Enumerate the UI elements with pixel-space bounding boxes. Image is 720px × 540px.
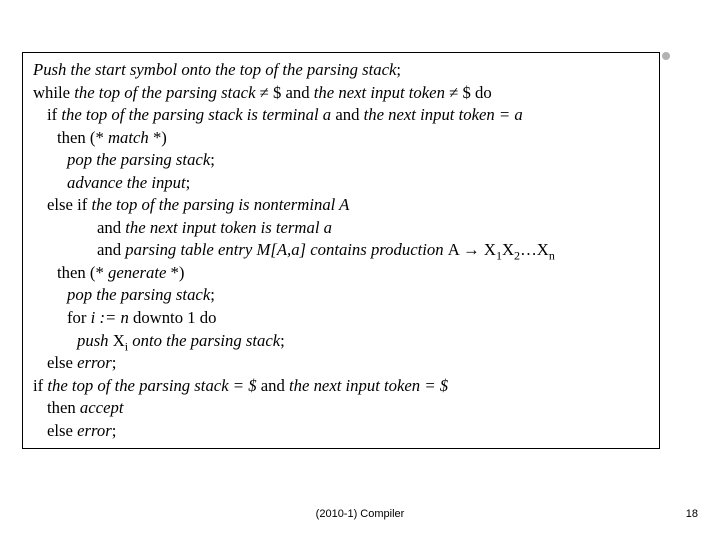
text: the next input token = $: [285, 376, 448, 395]
kw-then: then: [57, 128, 86, 147]
kw-elseif: else if: [47, 195, 87, 214]
kw-if: if: [47, 105, 57, 124]
kw-else: else: [47, 353, 73, 372]
kw-do: do: [475, 83, 492, 102]
algo-line: Push the start symbol onto the top of th…: [33, 59, 649, 82]
kw-and: and: [97, 218, 121, 237]
text: Push the start symbol onto the top of th…: [33, 60, 396, 79]
text: ;: [112, 353, 117, 372]
algo-line: and the next input token is termal a: [33, 217, 649, 240]
text: X: [113, 331, 125, 350]
text: $: [269, 83, 286, 102]
kw-then: then: [47, 398, 76, 417]
text: ;: [186, 173, 191, 192]
text: ;: [396, 60, 401, 79]
algo-line: then (* generate *): [33, 262, 649, 285]
arrow-symbol: →: [463, 240, 480, 259]
text: pop the parsing stack: [67, 150, 210, 169]
kw-and: and: [286, 83, 310, 102]
text: the next input token = a: [359, 105, 522, 124]
kw-downto: downto: [133, 308, 183, 327]
comment-generate: generate: [108, 263, 166, 282]
text: *): [166, 263, 184, 282]
text: push: [77, 331, 113, 350]
kw-for: for: [67, 308, 86, 327]
text: the next input token: [310, 83, 449, 102]
footer-text: (2010-1) Compiler: [0, 508, 720, 520]
text: (*: [86, 263, 108, 282]
text: *): [149, 128, 167, 147]
algo-line: push Xi onto the parsing stack;: [33, 330, 649, 353]
algo-line: advance the input;: [33, 172, 649, 195]
text: error: [73, 353, 112, 372]
text: error: [73, 421, 112, 440]
algo-line: else if the top of the parsing is nonter…: [33, 194, 649, 217]
text: parsing table entry M[A,a] contains prod…: [121, 240, 448, 259]
kw-and: and: [97, 240, 121, 259]
algo-line: else error;: [33, 420, 649, 443]
text: advance the input: [67, 173, 186, 192]
text: the top of the parsing stack is terminal…: [57, 105, 335, 124]
subscript: n: [549, 249, 555, 263]
text: …X: [520, 240, 549, 259]
page-number: 18: [686, 508, 698, 520]
algorithm-box: Push the start symbol onto the top of th…: [22, 52, 660, 449]
kw-then: then: [57, 263, 86, 282]
neq-symbol: ≠: [449, 83, 458, 102]
text: the top of the parsing is nonterminal A: [87, 195, 349, 214]
kw-if: if: [33, 376, 43, 395]
algo-line: if the top of the parsing stack = $ and …: [33, 375, 649, 398]
decor-bullet: [662, 52, 670, 60]
text: 1: [183, 308, 200, 327]
kw-do: do: [200, 308, 217, 327]
text: accept: [76, 398, 124, 417]
text: (*: [86, 128, 108, 147]
text: onto the parsing stack: [128, 331, 280, 350]
text: X: [480, 240, 496, 259]
comment-match: match: [108, 128, 149, 147]
text: the top of the parsing stack = $: [43, 376, 261, 395]
text: ;: [210, 285, 215, 304]
algo-line: else error;: [33, 352, 649, 375]
algo-line: then accept: [33, 397, 649, 420]
text: pop the parsing stack: [67, 285, 210, 304]
neq-symbol: ≠: [260, 83, 269, 102]
algo-line: while the top of the parsing stack ≠ $ a…: [33, 82, 649, 105]
algo-line: pop the parsing stack;: [33, 149, 649, 172]
algo-line: pop the parsing stack;: [33, 284, 649, 307]
text: $: [458, 83, 475, 102]
algo-line: then (* match *): [33, 127, 649, 150]
prod-lhs: A: [448, 240, 463, 259]
algo-line: and parsing table entry M[A,a] contains …: [33, 239, 649, 262]
text: i := n: [86, 308, 133, 327]
text: the next input token is termal a: [121, 218, 332, 237]
kw-and: and: [335, 105, 359, 124]
algo-line: for i := n downto 1 do: [33, 307, 649, 330]
text: the top of the parsing stack: [70, 83, 260, 102]
kw-and: and: [261, 376, 285, 395]
text: X: [502, 240, 514, 259]
kw-while: while: [33, 83, 70, 102]
algo-line: if the top of the parsing stack is termi…: [33, 104, 649, 127]
kw-else: else: [47, 421, 73, 440]
text: ;: [280, 331, 285, 350]
text: ;: [210, 150, 215, 169]
text: ;: [112, 421, 117, 440]
